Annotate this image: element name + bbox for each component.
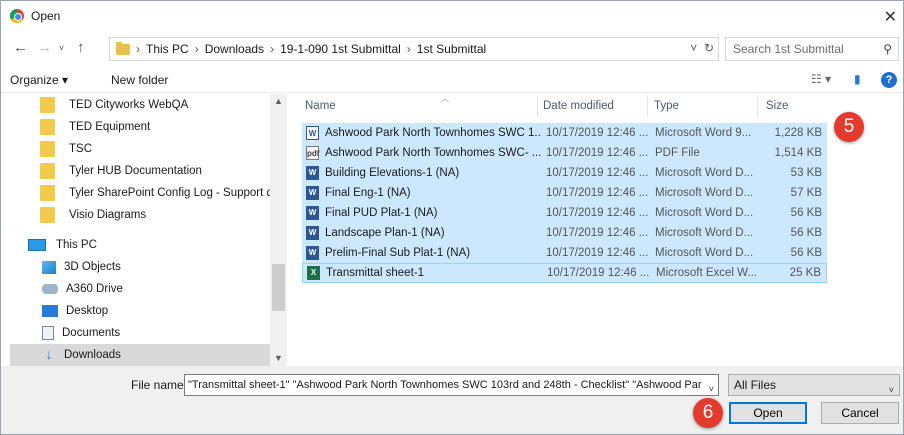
file-type-select[interactable]: All Files ˅ <box>728 374 900 396</box>
open-button[interactable]: Open <box>729 402 807 424</box>
word-doc-icon: W <box>306 166 319 180</box>
word-doc-icon: W <box>306 186 319 200</box>
file-row[interactable]: W Final Eng-1 (NA) 10/17/2019 12:46 ... … <box>302 183 827 203</box>
folder-icon <box>40 185 55 201</box>
nav-folder[interactable]: TED Equipment <box>10 116 272 138</box>
nav-folder[interactable]: TED Cityworks WebQA <box>10 94 272 116</box>
nav-a360-drive[interactable]: A360 Drive <box>10 278 272 300</box>
column-header-date[interactable]: Date modified <box>543 100 614 112</box>
bottom-panel: File name: "Transmittal sheet-1" "Ashwoo… <box>1 366 903 434</box>
column-header-type[interactable]: Type <box>654 100 679 112</box>
sort-ascending-icon: ︿ <box>441 94 449 103</box>
nav-folder[interactable]: TSC <box>10 138 272 160</box>
nav-desktop[interactable]: Desktop <box>10 300 272 322</box>
organize-button[interactable]: Organize ▾ <box>10 73 68 87</box>
title-bar: Open ✕ <box>1 1 903 31</box>
file-row[interactable]: pdf Ashwood Park North Townhomes SWC- ..… <box>302 143 827 163</box>
documents-icon <box>42 326 54 340</box>
file-row[interactable]: W Ashwood Park North Townhomes SWC 1... … <box>302 123 827 143</box>
refresh-icon[interactable]: ˅ ↻ <box>690 41 714 55</box>
search-input[interactable]: Search 1st Submittal ⚲ <box>725 37 899 61</box>
word-doc-icon: W <box>306 126 319 140</box>
folder-icon <box>40 163 55 179</box>
preview-pane-icon[interactable]: ▮ <box>854 72 861 86</box>
folder-icon <box>116 41 130 55</box>
help-icon[interactable]: ? <box>881 72 897 88</box>
step-callout-6: 6 <box>693 398 723 428</box>
nav-3d-objects[interactable]: 3D Objects <box>10 256 272 278</box>
cancel-button[interactable]: Cancel <box>821 402 899 424</box>
window-title: Open <box>31 9 61 23</box>
file-list: Name ︿ Date modified Type Size W Ashwood… <box>297 94 903 366</box>
word-doc-icon: W <box>306 206 319 220</box>
file-name-input[interactable]: "Transmittal sheet-1" "Ashwood Park Nort… <box>184 374 719 396</box>
cube-icon <box>42 260 56 274</box>
desktop-icon <box>42 305 58 317</box>
nav-scrollbar[interactable] <box>270 94 287 366</box>
nav-folder[interactable]: Visio Diagrams <box>10 204 272 226</box>
folder-icon <box>40 207 55 223</box>
file-row[interactable]: W Landscape Plan-1 (NA) 10/17/2019 12:46… <box>302 223 827 243</box>
back-arrow-icon[interactable]: ← <box>13 39 28 56</box>
search-icon[interactable]: ⚲ <box>883 42 892 56</box>
file-row[interactable]: W Prelim-Final Sub Plat-1 (NA) 10/17/201… <box>302 243 827 263</box>
file-row[interactable]: X Transmittal sheet-1 10/17/2019 12:46 .… <box>302 263 827 283</box>
nav-downloads[interactable]: ↓ Downloads <box>10 344 272 366</box>
word-doc-icon: W <box>306 226 319 240</box>
file-row[interactable]: W Final PUD Plat-1 (NA) 10/17/2019 12:46… <box>302 203 827 223</box>
step-callout-5: 5 <box>834 112 864 142</box>
computer-icon <box>28 239 46 251</box>
nav-folder[interactable]: Tyler SharePoint Config Log - Support do… <box>10 182 287 204</box>
drive-icon <box>42 284 58 294</box>
download-icon: ↓ <box>45 346 53 362</box>
folder-icon <box>40 119 55 135</box>
navigation-pane: TED Cityworks WebQA TED Equipment TSC Ty… <box>10 94 287 366</box>
file-row[interactable]: W Building Elevations-1 (NA) 10/17/2019 … <box>302 163 827 183</box>
word-doc-icon: W <box>306 246 319 260</box>
recent-locations-chevron-icon[interactable]: ˅ <box>59 43 64 53</box>
folder-icon <box>40 141 55 157</box>
search-placeholder: Search 1st Submittal <box>733 42 844 56</box>
address-bar[interactable]: › This PC › Downloads › 19-1-090 1st Sub… <box>109 37 719 61</box>
breadcrumb-this-pc[interactable]: This PC <box>146 42 189 56</box>
toolbar: Organize ▾ New folder ☷ ▾ ▮ ? <box>1 67 903 93</box>
chevron-down-icon[interactable]: ˅ <box>709 379 714 395</box>
breadcrumb-submittal-folder[interactable]: 19-1-090 1st Submittal <box>280 42 401 56</box>
address-row: ← → ˅ ↑ › This PC › Downloads › 19-1-090… <box>1 37 903 61</box>
nav-documents[interactable]: Documents <box>10 322 272 344</box>
scroll-down-icon[interactable]: ▼ <box>274 353 283 363</box>
column-header-name[interactable]: Name <box>305 100 336 112</box>
pdf-file-icon: pdf <box>306 146 319 160</box>
open-dialog: Open ✕ ← → ˅ ↑ › This PC › Downloads › 1… <box>0 0 904 435</box>
nav-scrollbar-thumb[interactable] <box>272 264 285 311</box>
new-folder-button[interactable]: New folder <box>111 73 168 87</box>
file-name-label: File name: <box>131 378 188 392</box>
close-icon[interactable]: ✕ <box>884 7 897 27</box>
folder-icon <box>40 97 55 113</box>
forward-arrow-icon[interactable]: → <box>37 39 52 56</box>
nav-folder[interactable]: Tyler HUB Documentation <box>10 160 272 182</box>
breadcrumb-1st-submittal[interactable]: 1st Submittal <box>417 42 486 56</box>
breadcrumb-downloads[interactable]: Downloads <box>205 42 264 56</box>
chrome-logo-icon <box>10 9 24 23</box>
scroll-up-icon[interactable]: ▲ <box>274 96 283 106</box>
up-arrow-icon[interactable]: ↑ <box>77 39 85 56</box>
column-header-size[interactable]: Size <box>766 100 788 112</box>
nav-this-pc[interactable]: This PC <box>10 234 272 256</box>
excel-file-icon: X <box>307 266 320 280</box>
view-options-icon[interactable]: ☷ ▾ <box>811 72 831 86</box>
chevron-down-icon[interactable]: ˅ <box>889 380 894 400</box>
